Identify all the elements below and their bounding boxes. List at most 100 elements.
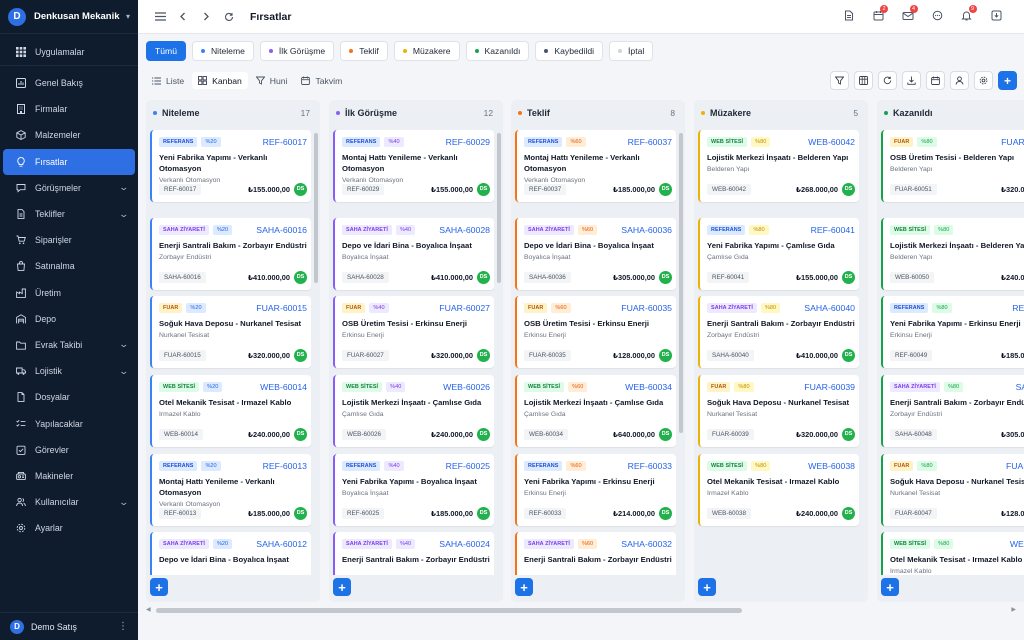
opportunity-card[interactable]: SAHA ZİYARETİ %80 SAHA-60040 Enerji Sant… xyxy=(698,296,859,368)
card-reference[interactable]: WEB-60038 xyxy=(808,461,855,471)
card-reference[interactable]: SAHA-60028 xyxy=(439,225,490,235)
add-card-button[interactable]: + xyxy=(150,578,168,596)
scroll-left-icon[interactable]: ◀ xyxy=(146,606,151,613)
add-card-button[interactable]: + xyxy=(881,578,899,596)
opportunity-card[interactable]: FUAR %80 FUAR-6005 OSB Üretim Tesisi - B… xyxy=(881,130,1024,202)
opportunity-card[interactable]: SAHA ZİYARETİ %80 SAHA-6 Enerji Santrali… xyxy=(881,375,1024,447)
filter-button[interactable] xyxy=(830,71,849,90)
filter-muzakere[interactable]: Müzakere xyxy=(393,41,460,61)
owner-button[interactable] xyxy=(950,71,969,90)
view-tab-liste[interactable]: Liste xyxy=(146,72,190,89)
refresh-button[interactable] xyxy=(878,71,897,90)
filter-ilk-gorusme[interactable]: İlk Görüşme xyxy=(259,41,335,61)
menu-icon[interactable] xyxy=(152,9,168,25)
opportunity-card[interactable]: REFERANS %80 REF-600 Yeni Fabrika Yapımı… xyxy=(881,296,1024,368)
vertical-scrollbar[interactable] xyxy=(314,133,318,571)
opportunity-card[interactable]: REFERANS %20 REF-60013 Montaj Hattı Yeni… xyxy=(150,454,311,526)
chevron-down-icon[interactable]: ⌄ xyxy=(119,182,130,193)
card-reference[interactable]: FUAR-600 xyxy=(1006,461,1024,471)
filter-kazanildi[interactable]: Kazanıldı xyxy=(465,41,530,61)
vertical-scrollbar[interactable] xyxy=(497,133,501,571)
card-reference[interactable]: SAHA-60016 xyxy=(256,225,307,235)
refresh-icon[interactable] xyxy=(221,9,237,25)
logout-button[interactable] xyxy=(982,0,1010,34)
opportunity-card[interactable]: REFERANS %80 REF-60041 Yeni Fabrika Yapı… xyxy=(698,218,859,290)
sidebar-item-firmalar[interactable]: Firmalar xyxy=(0,96,138,122)
opportunity-card[interactable]: REFERANS %20 REF-60017 Yeni Fabrika Yapı… xyxy=(150,130,311,202)
filter-teklif[interactable]: Teklif xyxy=(340,41,388,61)
card-reference[interactable]: REF-60025 xyxy=(446,461,490,471)
opportunity-card[interactable]: WEB SİTESİ %40 WEB-60026 Lojistik Merkez… xyxy=(333,375,494,447)
opportunity-card[interactable]: WEB SİTESİ %80 WEB-60042 Lojistik Merkez… xyxy=(698,130,859,202)
sidebar-item-lojistik[interactable]: Lojistik ⌄ xyxy=(0,358,138,384)
sidebar-item-evrak-takibi[interactable]: Evrak Takibi ⌄ xyxy=(0,332,138,358)
opportunity-card[interactable]: SAHA ZİYARETİ %20 SAHA-60012 Depo ve İda… xyxy=(150,532,311,575)
card-reference[interactable]: REF-600 xyxy=(1012,303,1024,313)
card-reference[interactable]: WEB-60034 xyxy=(625,382,672,392)
card-reference[interactable]: SAHA-60024 xyxy=(439,539,490,549)
opportunity-card[interactable]: SAHA ZİYARETİ %20 SAHA-60016 Enerji Sant… xyxy=(150,218,311,290)
back-arrow-icon[interactable] xyxy=(175,9,191,25)
opportunity-card[interactable]: FUAR %20 FUAR-60015 Soğuk Hava Deposu - … xyxy=(150,296,311,368)
forward-arrow-icon[interactable] xyxy=(198,9,214,25)
opportunity-card[interactable]: REFERANS %40 REF-60025 Yeni Fabrika Yapı… xyxy=(333,454,494,526)
opportunity-card[interactable]: SAHA ZİYARETİ %40 SAHA-60028 Depo ve İda… xyxy=(333,218,494,290)
filter-kaybedildi[interactable]: Kaybedildi xyxy=(535,41,604,61)
view-tab-huni[interactable]: Huni xyxy=(250,72,294,89)
card-reference[interactable]: FUAR-6005 xyxy=(1001,137,1024,147)
opportunity-card[interactable]: WEB SİTESİ %60 WEB-60034 Lojistik Merkez… xyxy=(515,375,676,447)
opportunity-card[interactable]: FUAR %60 FUAR-60035 OSB Üretim Tesisi - … xyxy=(515,296,676,368)
card-reference[interactable]: SAHA-60040 xyxy=(804,303,855,313)
card-reference[interactable]: REF-60033 xyxy=(628,461,672,471)
calendar-button[interactable]: 2 xyxy=(864,0,892,34)
card-reference[interactable]: REF-60041 xyxy=(811,225,855,235)
card-reference[interactable]: FUAR-60035 xyxy=(621,303,672,313)
sidebar-item-yapilacaklar[interactable]: Yapılacaklar xyxy=(0,410,138,436)
card-reference[interactable]: SAHA-60036 xyxy=(621,225,672,235)
sidebar-item-gorusmeler[interactable]: Görüşmeler ⌄ xyxy=(0,175,138,201)
sidebar-item-satinalma[interactable]: Satınalma xyxy=(0,253,138,279)
opportunity-card[interactable]: REFERANS %60 REF-60033 Yeni Fabrika Yapı… xyxy=(515,454,676,526)
notes-button[interactable] xyxy=(835,0,863,34)
export-button[interactable] xyxy=(902,71,921,90)
chevron-down-icon[interactable]: ⌄ xyxy=(119,497,130,508)
opportunity-card[interactable]: SAHA ZİYARETİ %60 SAHA-60036 Depo ve İda… xyxy=(515,218,676,290)
columns-button[interactable] xyxy=(854,71,873,90)
opportunity-card[interactable]: SAHA ZİYARETİ %60 SAHA-60032 Enerji Sant… xyxy=(515,532,676,575)
card-reference[interactable]: SAHA-60012 xyxy=(256,539,307,549)
mail-button[interactable]: 4 xyxy=(894,0,922,34)
opportunity-card[interactable]: WEB SİTESİ %80 WEB-60038 Otel Mekanik Te… xyxy=(698,454,859,526)
sidebar-item-genel-bakis[interactable]: Genel Bakış xyxy=(0,70,138,96)
add-card-button[interactable]: + xyxy=(698,578,716,596)
view-tab-kanban[interactable]: Kanban xyxy=(192,72,248,89)
horizontal-scrollbar[interactable]: ◀ ▶ xyxy=(146,606,1016,615)
opportunity-card[interactable]: FUAR %40 FUAR-60027 OSB Üretim Tesisi - … xyxy=(333,296,494,368)
sidebar-user[interactable]: D Demo Satış ⋮ xyxy=(0,612,138,640)
opportunity-card[interactable]: WEB SİTESİ %80 WEB-600 Otel Mekanik Tesi… xyxy=(881,532,1024,575)
view-tab-takvim[interactable]: Takvim xyxy=(295,72,348,89)
opportunity-card[interactable]: REFERANS %40 REF-60029 Montaj Hattı Yeni… xyxy=(333,130,494,202)
chevron-down-icon[interactable]: ⌄ xyxy=(119,366,130,377)
opportunity-card[interactable]: WEB SİTESİ %20 WEB-60014 Otel Mekanik Te… xyxy=(150,375,311,447)
card-reference[interactable]: SAHA-60032 xyxy=(621,539,672,549)
filter-iptal[interactable]: İptal xyxy=(609,41,654,61)
sidebar-item-kullanicilar[interactable]: Kullanıcılar ⌄ xyxy=(0,489,138,515)
sidebar-item-uretim[interactable]: Üretim xyxy=(0,280,138,306)
scroll-right-icon[interactable]: ▶ xyxy=(1011,606,1016,613)
sidebar-item-malzemeler[interactable]: Malzemeler xyxy=(0,122,138,148)
card-reference[interactable]: REF-60037 xyxy=(628,137,672,147)
scrollbar-thumb[interactable] xyxy=(679,133,683,433)
add-card-button[interactable]: + xyxy=(515,578,533,596)
card-reference[interactable]: FUAR-60027 xyxy=(439,303,490,313)
chevron-down-icon[interactable]: ⌄ xyxy=(119,209,130,220)
card-reference[interactable]: FUAR-60015 xyxy=(256,303,307,313)
sidebar-item-firsatlar[interactable]: Fırsatlar xyxy=(3,148,135,175)
more-icon[interactable]: ⋮ xyxy=(118,621,128,632)
card-reference[interactable]: WEB-60042 xyxy=(808,137,855,147)
sidebar-item-teklifler[interactable]: Teklifler ⌄ xyxy=(0,201,138,227)
sidebar-item-uygulamalar[interactable]: Uygulamalar xyxy=(0,38,138,66)
filter-niteleme[interactable]: Niteleme xyxy=(191,41,254,61)
settings-button[interactable] xyxy=(974,71,993,90)
opportunity-card[interactable]: WEB SİTESİ %80 Lojistik Merkezi İnşaatı … xyxy=(881,218,1024,290)
opportunity-card[interactable]: FUAR %80 FUAR-600 Soğuk Hava Deposu - Nu… xyxy=(881,454,1024,526)
